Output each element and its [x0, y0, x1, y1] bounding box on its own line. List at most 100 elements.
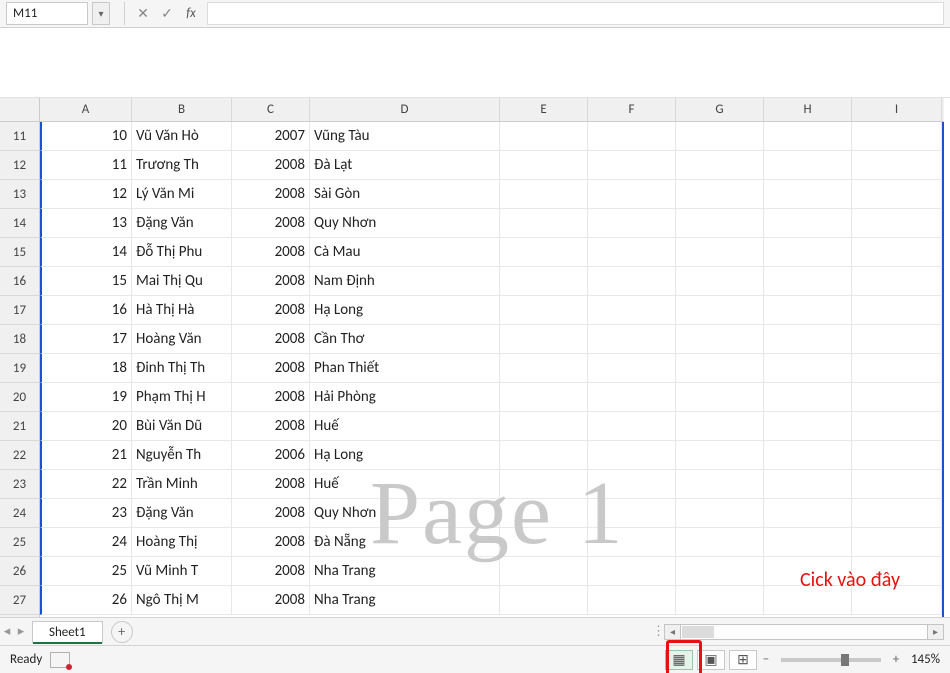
- cell[interactable]: 10: [40, 122, 132, 151]
- row-header-11[interactable]: 11: [0, 122, 39, 151]
- cell[interactable]: [588, 238, 676, 267]
- cell[interactable]: [852, 238, 942, 267]
- cell[interactable]: [676, 267, 764, 296]
- cell[interactable]: 2008: [232, 296, 310, 325]
- cell[interactable]: [764, 122, 852, 151]
- cell[interactable]: 2008: [232, 412, 310, 441]
- cell[interactable]: Hoàng Văn: [132, 325, 232, 354]
- cell[interactable]: [588, 412, 676, 441]
- cells-area[interactable]: 10Vũ Văn Hò2007Vũng Tàu11Trương Th2008Đà…: [40, 122, 944, 617]
- cell[interactable]: Hạ Long: [310, 441, 500, 470]
- row-header-20[interactable]: 20: [0, 383, 39, 412]
- cell[interactable]: [676, 325, 764, 354]
- cancel-button[interactable]: ✕: [131, 0, 155, 27]
- cell[interactable]: [588, 528, 676, 557]
- row-header-16[interactable]: 16: [0, 267, 39, 296]
- row-header-24[interactable]: 24: [0, 499, 39, 528]
- sheet-tab-sheet1[interactable]: Sheet1: [32, 621, 103, 643]
- name-box-dropdown[interactable]: ▾: [92, 2, 110, 25]
- cell[interactable]: [500, 383, 588, 412]
- zoom-slider-knob[interactable]: [841, 654, 849, 666]
- cell[interactable]: [852, 354, 942, 383]
- cell[interactable]: [588, 499, 676, 528]
- row-header-15[interactable]: 15: [0, 238, 39, 267]
- column-header-C[interactable]: C: [232, 98, 310, 121]
- cell[interactable]: [588, 180, 676, 209]
- cell[interactable]: Trương Th: [132, 151, 232, 180]
- macro-record-icon[interactable]: [50, 652, 70, 668]
- cell[interactable]: [588, 151, 676, 180]
- cell[interactable]: Phan Thiết: [310, 354, 500, 383]
- cell[interactable]: Cần Thơ: [310, 325, 500, 354]
- cell[interactable]: Vũ Văn Hò: [132, 122, 232, 151]
- cell[interactable]: [588, 325, 676, 354]
- cell[interactable]: [852, 499, 942, 528]
- cell[interactable]: [588, 209, 676, 238]
- confirm-button[interactable]: ✓: [155, 0, 179, 27]
- cell[interactable]: Huế: [310, 412, 500, 441]
- cell[interactable]: 15: [40, 267, 132, 296]
- row-header-14[interactable]: 14: [0, 209, 39, 238]
- cell[interactable]: [676, 354, 764, 383]
- cell[interactable]: Nha Trang: [310, 586, 500, 615]
- cell[interactable]: 11: [40, 151, 132, 180]
- cell[interactable]: Sài Gòn: [310, 180, 500, 209]
- cell[interactable]: 2008: [232, 499, 310, 528]
- cell[interactable]: Đặng Văn: [132, 209, 232, 238]
- cell[interactable]: 2008: [232, 470, 310, 499]
- cell[interactable]: [852, 470, 942, 499]
- cell[interactable]: [500, 325, 588, 354]
- zoom-slider[interactable]: [781, 658, 881, 662]
- cell[interactable]: [588, 441, 676, 470]
- cell[interactable]: [764, 325, 852, 354]
- cell[interactable]: [764, 296, 852, 325]
- cell[interactable]: Nam Định: [310, 267, 500, 296]
- cell[interactable]: 17: [40, 325, 132, 354]
- cell[interactable]: [500, 586, 588, 615]
- cell[interactable]: 21: [40, 441, 132, 470]
- cell[interactable]: Đà Lạt: [310, 151, 500, 180]
- cell[interactable]: 2008: [232, 151, 310, 180]
- column-header-B[interactable]: B: [132, 98, 232, 121]
- cell[interactable]: 18: [40, 354, 132, 383]
- cell[interactable]: [676, 470, 764, 499]
- cell[interactable]: 2008: [232, 267, 310, 296]
- tab-nav-right[interactable]: ▸: [14, 624, 28, 639]
- cell[interactable]: Đặng Văn: [132, 499, 232, 528]
- cell[interactable]: [500, 122, 588, 151]
- cell[interactable]: [676, 528, 764, 557]
- tab-split-handle[interactable]: ⋮: [650, 624, 664, 639]
- cell[interactable]: 2008: [232, 354, 310, 383]
- cell[interactable]: [764, 528, 852, 557]
- cell[interactable]: [676, 296, 764, 325]
- hscroll-right-button[interactable]: ▸: [927, 625, 943, 639]
- cell[interactable]: [852, 383, 942, 412]
- cell[interactable]: Hải Phòng: [310, 383, 500, 412]
- cell[interactable]: [852, 209, 942, 238]
- cell[interactable]: [676, 209, 764, 238]
- cell[interactable]: [588, 354, 676, 383]
- cell[interactable]: [852, 122, 942, 151]
- cell[interactable]: [676, 586, 764, 615]
- cell[interactable]: Vũ Minh T: [132, 557, 232, 586]
- hscroll-left-button[interactable]: ◂: [665, 625, 681, 639]
- row-header-23[interactable]: 23: [0, 470, 39, 499]
- insert-function-button[interactable]: fx: [179, 0, 203, 27]
- add-sheet-button[interactable]: +: [111, 621, 133, 643]
- cell[interactable]: Đỗ Thị Phu: [132, 238, 232, 267]
- cell[interactable]: 2008: [232, 586, 310, 615]
- cell[interactable]: [676, 151, 764, 180]
- cell[interactable]: Quy Nhơn: [310, 209, 500, 238]
- cell[interactable]: [852, 267, 942, 296]
- cell[interactable]: [500, 267, 588, 296]
- cell[interactable]: [764, 267, 852, 296]
- cell[interactable]: [852, 528, 942, 557]
- horizontal-scrollbar[interactable]: ◂ ▸: [664, 624, 944, 640]
- row-header-22[interactable]: 22: [0, 441, 39, 470]
- cell[interactable]: 2006: [232, 441, 310, 470]
- cell[interactable]: [588, 296, 676, 325]
- tab-nav-left[interactable]: ◂: [0, 624, 14, 639]
- cell[interactable]: [852, 441, 942, 470]
- cell[interactable]: [852, 325, 942, 354]
- cell[interactable]: Quy Nhơn: [310, 499, 500, 528]
